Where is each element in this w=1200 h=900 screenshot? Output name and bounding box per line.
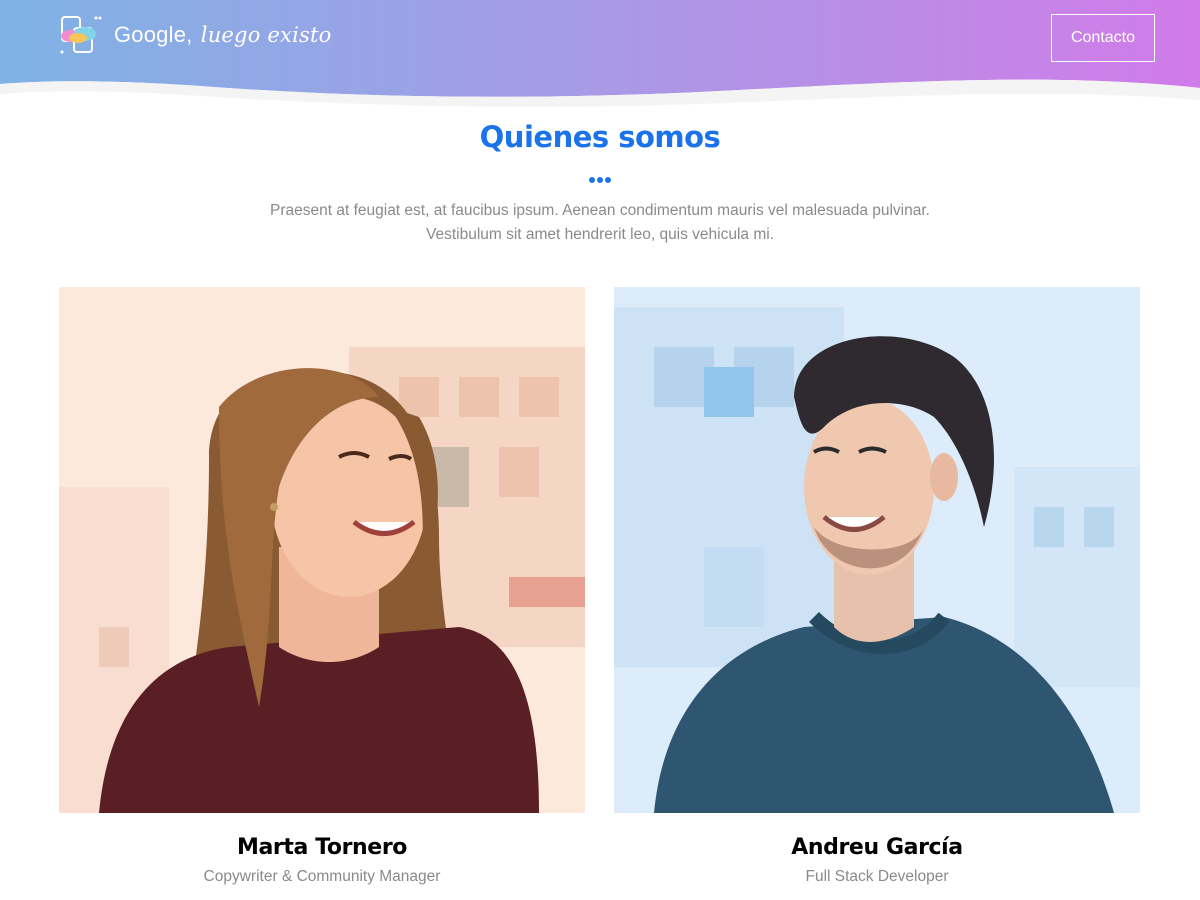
brand-tagline: luego existo	[200, 23, 332, 47]
divider-dot	[597, 177, 603, 183]
member-name: Marta Tornero	[236, 835, 407, 860]
section-title: Quienes somos	[479, 120, 721, 154]
team-photo-marta	[59, 287, 585, 813]
team-card: Marta Tornero Copywriter & Community Man…	[59, 287, 585, 886]
member-name: Andreu García	[791, 835, 963, 860]
divider-dot	[589, 177, 595, 183]
intro-text: Praesent at feugiat est, at faucibus ips…	[200, 199, 1000, 247]
title-divider-dots	[589, 176, 611, 184]
brand-name-text: Google,	[114, 22, 193, 47]
divider-dot	[605, 177, 611, 183]
contact-button[interactable]: Contacto	[1051, 14, 1155, 62]
member-role: Copywriter & Community Manager	[203, 868, 441, 885]
member-role: Full Stack Developer	[805, 868, 949, 885]
brand-name: Google, luego existo	[114, 22, 331, 48]
portrait-image	[614, 287, 1140, 813]
intro-line: Vestibulum sit amet hendrerit leo, quis …	[425, 226, 775, 243]
portrait-image	[59, 287, 585, 813]
logo-icon	[60, 16, 102, 54]
brand[interactable]: Google, luego existo	[58, 14, 331, 56]
site-header: Google, luego existo Contacto	[0, 0, 1200, 110]
intro-line: Praesent at feugiat est, at faucibus ips…	[270, 202, 930, 219]
team-card: Andreu García Full Stack Developer	[614, 287, 1140, 886]
team-photo-andreu	[614, 287, 1140, 813]
